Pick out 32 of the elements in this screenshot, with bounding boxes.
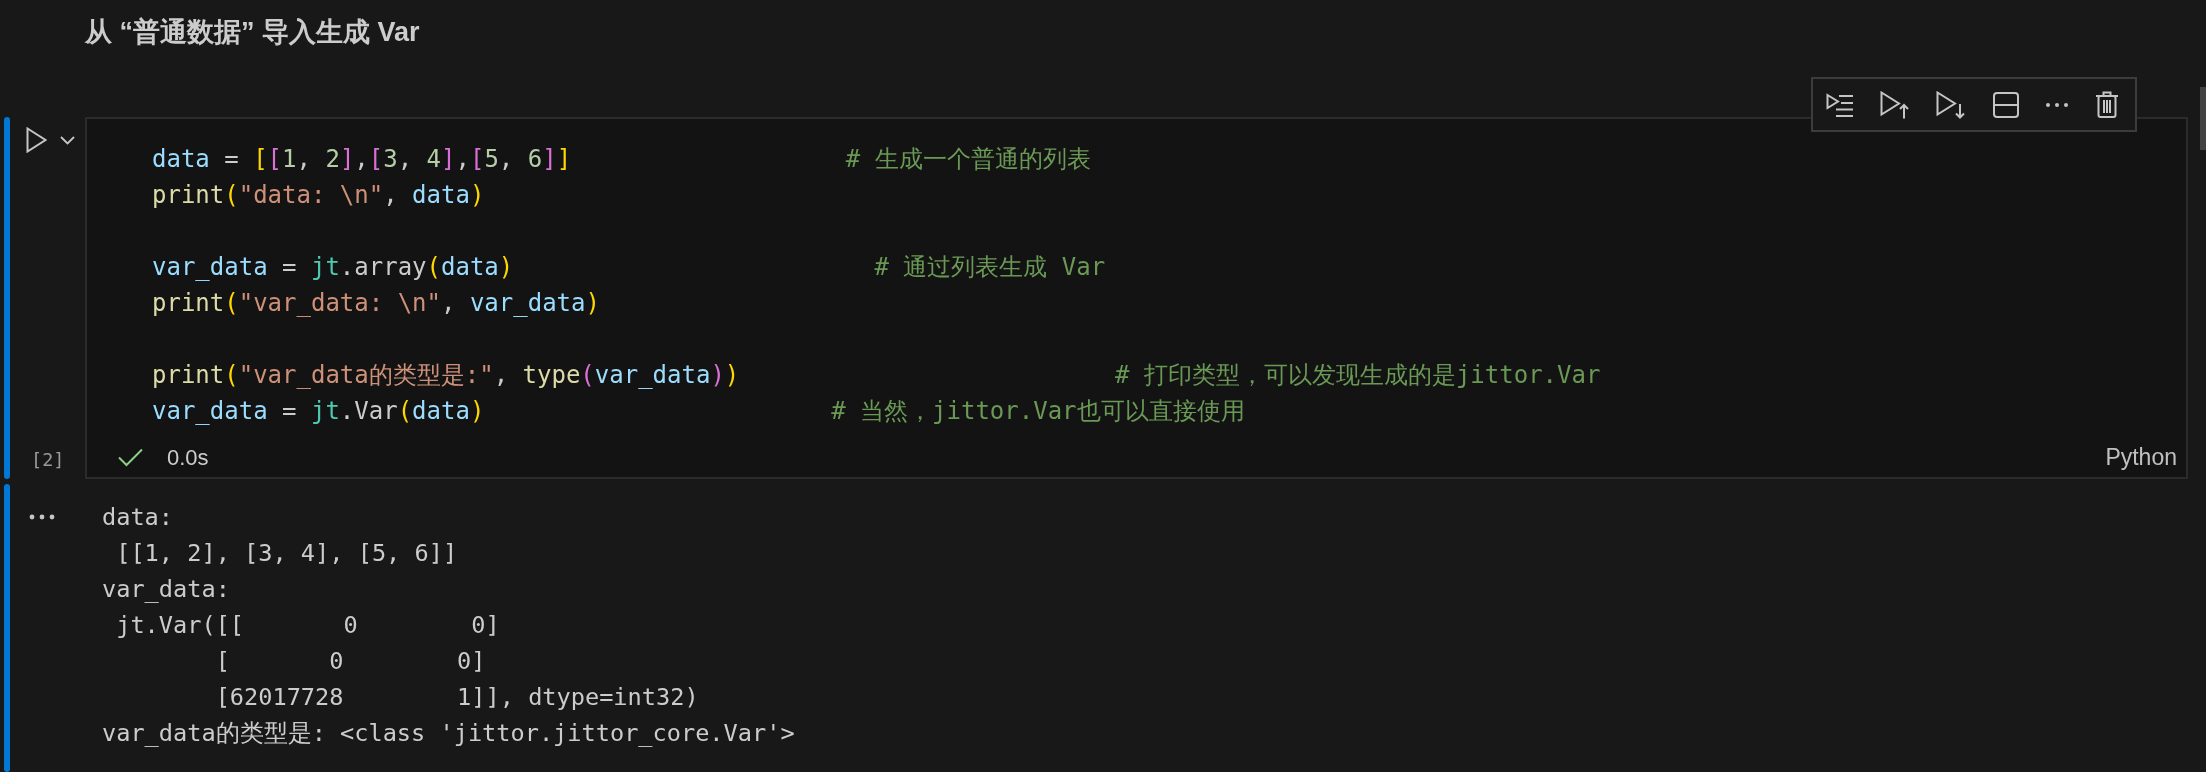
- more-icon[interactable]: [2044, 101, 2069, 108]
- code-comment: # 当然，jittor.Var也可以直接使用: [831, 396, 1245, 427]
- play-lines-icon[interactable]: [1826, 92, 1854, 117]
- code-comment: # 打印类型，可以发现生成的是jittor.Var: [1115, 360, 1601, 391]
- code-line: print("data: \n", data): [152, 180, 485, 211]
- trash-icon[interactable]: [2094, 91, 2119, 118]
- execution-count: [2]: [31, 448, 65, 472]
- code-line: var_data = jt.array(data): [152, 252, 514, 283]
- play-icon[interactable]: [26, 127, 47, 153]
- chevron-down-icon[interactable]: [60, 136, 75, 145]
- scrollbar-thumb[interactable]: [2200, 87, 2206, 150]
- output-line: var_data的类型是: <class 'jittor.jittor_core.Var'>: [102, 719, 795, 747]
- execution-time: 0.0s: [167, 444, 209, 471]
- output-line: data:: [102, 503, 174, 531]
- code-comment: # 生成一个普通的列表: [845, 144, 1091, 175]
- more-icon[interactable]: [29, 514, 55, 520]
- code-editor[interactable]: [85, 117, 2188, 479]
- output-line: var_data:: [102, 575, 230, 603]
- output-line: [ 0 0]: [214, 647, 486, 675]
- code-line: print("var_data: \n", var_data): [152, 288, 600, 319]
- play-up-icon[interactable]: [1880, 90, 1911, 119]
- split-icon[interactable]: [1992, 91, 2019, 118]
- output-line: [62017728 1]], dtype=int32): [214, 683, 699, 711]
- output-line: [[1, 2], [3, 4], [5, 6]]: [115, 539, 458, 567]
- code-comment: # 通过列表生成 Var: [874, 252, 1106, 283]
- play-down-icon[interactable]: [1936, 90, 1967, 119]
- output-line: jt.Var([[ 0 0]: [115, 611, 500, 639]
- code-line: data = [[1, 2],[3, 4],[5, 6]]: [152, 144, 572, 175]
- code-line: var_data = jt.Var(data): [152, 396, 485, 427]
- code-line: print("var_data的类型是:", type(var_data)): [152, 360, 740, 391]
- language-label[interactable]: Python: [2105, 444, 2177, 471]
- section-heading: 从 “普通数据” 导入生成 Var: [85, 16, 420, 49]
